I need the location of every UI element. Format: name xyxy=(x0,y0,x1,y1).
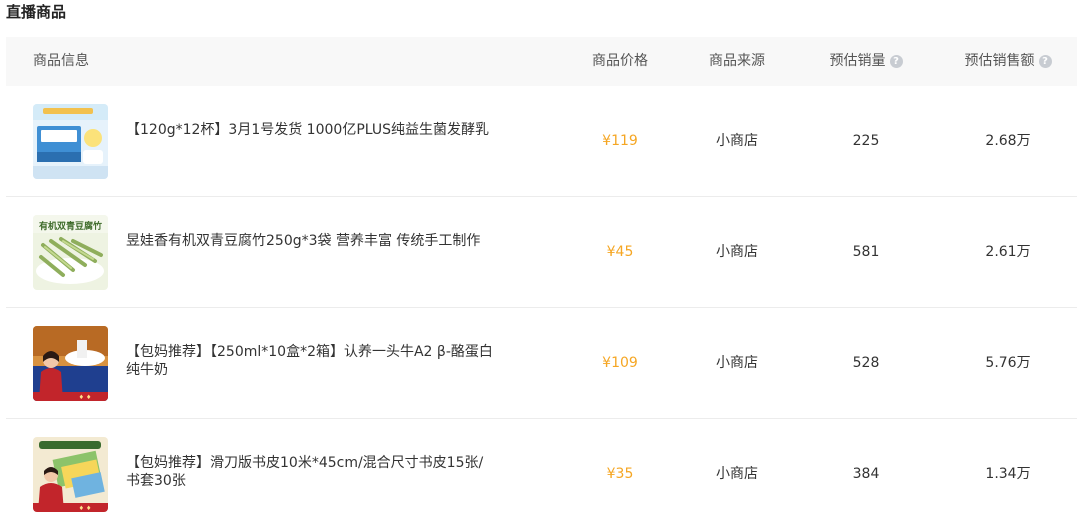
estimated-amount: 5.76万 xyxy=(985,355,1031,371)
estimated-volume: 384 xyxy=(852,466,880,482)
product-name[interactable]: 【包妈推荐】【250ml*10盒*2箱】认养一头牛A2 β-酪蛋白纯牛奶 xyxy=(126,343,496,379)
product-price: ¥35 xyxy=(606,466,634,482)
product-price: ¥45 xyxy=(606,244,634,260)
tofu-skin-image[interactable]: 有机双青豆腐竹 xyxy=(33,215,108,290)
product-price: ¥109 xyxy=(602,355,638,371)
tofu-skin-image-text: 有机双青豆腐竹 xyxy=(39,220,102,232)
product-source: 小商店 xyxy=(716,133,758,149)
column-header-volume-label: 预估销量 xyxy=(829,53,886,69)
table-row[interactable]: ♦ ♦ 【包妈推荐】滑刀版书皮10米*45cm/混合尺寸书皮15张/书套30张 … xyxy=(6,419,1077,522)
estimated-volume: 528 xyxy=(852,355,880,371)
table-header: 商品信息 商品价格 商品来源 预估销量? 预估销售额? xyxy=(6,37,1077,86)
table-row[interactable]: ♦ ♦ 【包妈推荐】【250ml*10盒*2箱】认养一头牛A2 β-酪蛋白纯牛奶… xyxy=(6,308,1077,419)
column-header-price[interactable]: 商品价格 xyxy=(570,37,670,86)
table-row[interactable]: 【120g*12杯】3月1号发货 1000亿PLUS纯益生菌发酵乳 ¥119 小… xyxy=(6,86,1077,197)
product-name[interactable]: 昱娃香有机双青豆腐竹250g*3袋 营养丰富 传统手工制作 xyxy=(126,232,496,250)
yogurt-box-image[interactable] xyxy=(33,104,108,179)
estimated-amount: 2.68万 xyxy=(985,133,1031,149)
estimated-volume: 225 xyxy=(852,133,880,149)
section-title: 直播商品 xyxy=(6,3,67,21)
estimated-volume: 581 xyxy=(852,244,880,260)
estimated-amount: 2.61万 xyxy=(985,244,1031,260)
product-name[interactable]: 【包妈推荐】滑刀版书皮10米*45cm/混合尺寸书皮15张/书套30张 xyxy=(126,454,496,490)
product-source: 小商店 xyxy=(716,355,758,371)
help-icon[interactable]: ? xyxy=(889,55,903,68)
column-header-volume[interactable]: 预估销量? xyxy=(806,37,926,86)
table-row[interactable]: 有机双青豆腐竹 昱娃香有机双青豆腐竹250g*3袋 营养丰富 传统手工制作 ¥4… xyxy=(6,197,1077,308)
svg-text:♦ ♦: ♦ ♦ xyxy=(79,394,92,401)
book-cover-presenter-image[interactable]: ♦ ♦ xyxy=(33,437,108,512)
column-header-amount-label: 预估销售额 xyxy=(964,53,1035,69)
column-header-amount[interactable]: 预估销售额? xyxy=(938,37,1078,86)
product-table: 商品信息 商品价格 商品来源 预估销量? 预估销售额? 【120g*12杯】3月… xyxy=(6,37,1077,522)
product-source: 小商店 xyxy=(716,466,758,482)
milk-presenter-image[interactable]: ♦ ♦ xyxy=(33,326,108,401)
product-name[interactable]: 【120g*12杯】3月1号发货 1000亿PLUS纯益生菌发酵乳 xyxy=(126,121,496,139)
column-header-info: 商品信息 xyxy=(33,53,89,69)
product-price: ¥119 xyxy=(602,133,638,149)
help-icon[interactable]: ? xyxy=(1038,55,1052,68)
svg-text:♦ ♦: ♦ ♦ xyxy=(79,505,92,512)
product-source: 小商店 xyxy=(716,244,758,260)
column-header-source: 商品来源 xyxy=(709,53,765,69)
estimated-amount: 1.34万 xyxy=(985,466,1031,482)
